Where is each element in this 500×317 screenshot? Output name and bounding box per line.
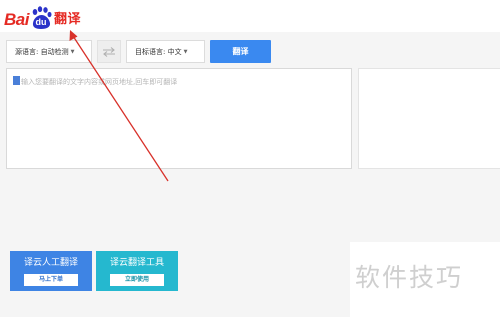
logo-text-du: du [35, 17, 47, 27]
source-text-input[interactable]: 输入您要翻译的文字内容或网页地址,回车即可翻译 [6, 68, 352, 169]
target-language-label: 目标语言: 中文 [135, 47, 182, 56]
chevron-down-icon: ▼ [70, 48, 75, 55]
translate-page: Bai du 翻译 源语言: 自动检测 ▼ 目标语言: 中文 ▼ 翻译 输入您要… [0, 0, 500, 317]
target-language-select[interactable]: 目标语言: 中文 ▼ [126, 40, 205, 63]
paw-icon: du [30, 6, 52, 30]
watermark: 软件技巧 [355, 263, 464, 292]
placeholder-text: 输入您要翻译的文字内容或网页地址,回车即可翻译 [21, 78, 178, 86]
order-now-button[interactable]: 马上下单 [24, 274, 78, 286]
use-now-button[interactable]: 立即使用 [110, 274, 164, 286]
baidu-translate-logo[interactable]: Bai du 翻译 [4, 2, 81, 30]
source-text-placeholder: 输入您要翻译的文字内容或网页地址,回车即可翻译 [13, 76, 177, 87]
translation-output-panel [358, 68, 500, 169]
source-language-select[interactable]: 源语言: 自动检测 ▼ [6, 40, 92, 63]
text-cursor [13, 76, 20, 85]
swap-languages-button[interactable] [97, 40, 121, 63]
header-bar: Bai du 翻译 [0, 0, 500, 32]
promo-title: 译云人工翻译 [23, 258, 78, 268]
translate-button[interactable]: 翻译 [210, 40, 271, 63]
promo-translation-tool[interactable]: 译云翻译工具 立即使用 [96, 251, 178, 291]
source-language-label: 源语言: 自动检测 [15, 47, 69, 56]
promo-human-translation[interactable]: 译云人工翻译 马上下单 [10, 251, 92, 291]
swap-arrows-icon [102, 42, 116, 61]
promo-title: 译云翻译工具 [109, 258, 164, 268]
logo-text-bai: Bai [4, 10, 29, 29]
chevron-down-icon: ▼ [183, 48, 188, 55]
logo-text-translate: 翻译 [53, 12, 81, 27]
